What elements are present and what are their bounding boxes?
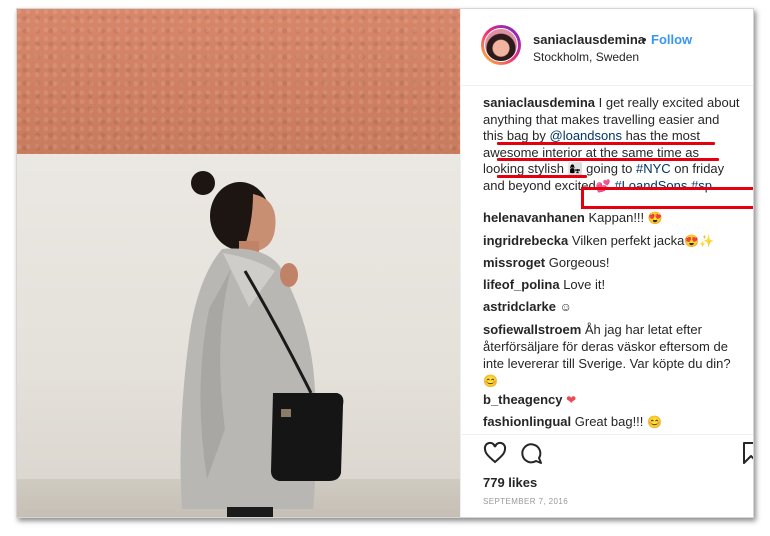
comment-text: Great bag!!! [574, 414, 644, 429]
instagram-post: saniaclausdemina • Follow Stockholm, Swe… [16, 8, 754, 518]
divider [461, 434, 753, 435]
comment-text: Kappan!!! [588, 210, 645, 225]
caption-username[interactable]: saniaclausdemina [483, 95, 595, 110]
blush-emoji-icon: 😊 [647, 415, 662, 429]
emoji-icon: 👩‍👧 [567, 162, 583, 176]
comment-username[interactable]: sofiewallstroem [483, 322, 581, 337]
avatar[interactable] [484, 28, 518, 62]
caption-text-6a: and beyond excited [483, 177, 596, 193]
follow-button[interactable]: Follow [651, 32, 692, 47]
comment-item: sofiewallstroem Åh jag har letat efter å… [483, 321, 745, 389]
comment-username[interactable]: helenavanhanen [483, 210, 585, 225]
post-date: SEPTEMBER 7, 2016 [483, 497, 569, 506]
comment-text: Gorgeous! [548, 255, 610, 270]
heart-eyes-emoji-icon: 😍 [647, 211, 663, 225]
annotation-underline-2 [497, 158, 719, 161]
comment-item: astridclarke ☺ [483, 298, 745, 315]
separator-dot: • [642, 32, 647, 47]
comment-username[interactable]: b_theagency [483, 392, 562, 407]
comment-username[interactable]: lifeof_polina [483, 277, 560, 292]
comment-item: b_theagency ❤ [483, 391, 745, 408]
post-side-panel: saniaclausdemina • Follow Stockholm, Swe… [460, 9, 754, 517]
comment-text: Love it! [563, 277, 606, 292]
hashtag-nyc-link[interactable]: #NYC [636, 161, 671, 176]
location-link[interactable]: Stockholm, Sweden [533, 50, 639, 64]
caption-text-3b: has the most [621, 128, 701, 143]
comments-list[interactable]: saniaclausdemina I get really excited ab… [461, 95, 753, 435]
comment-item: helenavanhanen Kappan!!! 😍 [483, 209, 745, 226]
comment-username[interactable]: ingridrebecka [483, 233, 568, 248]
heart-eyes-sparkles-emoji-icon: 😍✨ [684, 234, 715, 248]
annotation-underline-3 [497, 175, 587, 178]
comment-username[interactable]: fashionlingual [483, 414, 571, 429]
smile-emoji-icon: ☺ [559, 300, 572, 314]
woman-with-bag-figure [180, 171, 344, 517]
red-heart-emoji-icon: ❤ [566, 393, 577, 407]
heart-icon[interactable] [483, 441, 507, 465]
avatar-story-ring[interactable] [481, 25, 521, 65]
likes-count[interactable]: 779 likes [483, 475, 537, 490]
post-photo[interactable] [17, 9, 460, 517]
blush-emoji-icon: 😊 [483, 374, 498, 388]
post-header: saniaclausdemina • Follow Stockholm, Swe… [461, 9, 753, 86]
bookmark-icon[interactable] [741, 441, 754, 465]
comment-bubble-icon[interactable] [519, 441, 543, 465]
caption-text-1: I get really excited about [595, 95, 740, 110]
header-username[interactable]: saniaclausdemina [533, 32, 645, 47]
comment-item: fashionlingual Great bag!!! 😊 [483, 413, 745, 430]
annotation-box [581, 187, 753, 209]
caption-text-5b: going to [582, 161, 636, 176]
comment-username[interactable]: astridclarke [483, 299, 556, 314]
comment-item: ingridrebecka Vilken perfekt jacka😍✨ [483, 232, 745, 249]
comment-text: Vilken perfekt jacka [571, 233, 685, 248]
caption-text-5a: looking stylish [483, 161, 568, 176]
annotation-underline-1 [497, 142, 715, 145]
mention-link[interactable]: @loandsons [550, 128, 622, 143]
comment-username[interactable]: missroget [483, 255, 545, 270]
caption-text-3a: this bag by [483, 128, 550, 143]
caption-text-2: anything that makes travelling easier an… [483, 111, 720, 127]
comment-item: lifeof_polina Love it! [483, 276, 745, 293]
comment-item: missroget Gorgeous! [483, 254, 745, 271]
caption-text-5c: on friday [670, 161, 725, 176]
